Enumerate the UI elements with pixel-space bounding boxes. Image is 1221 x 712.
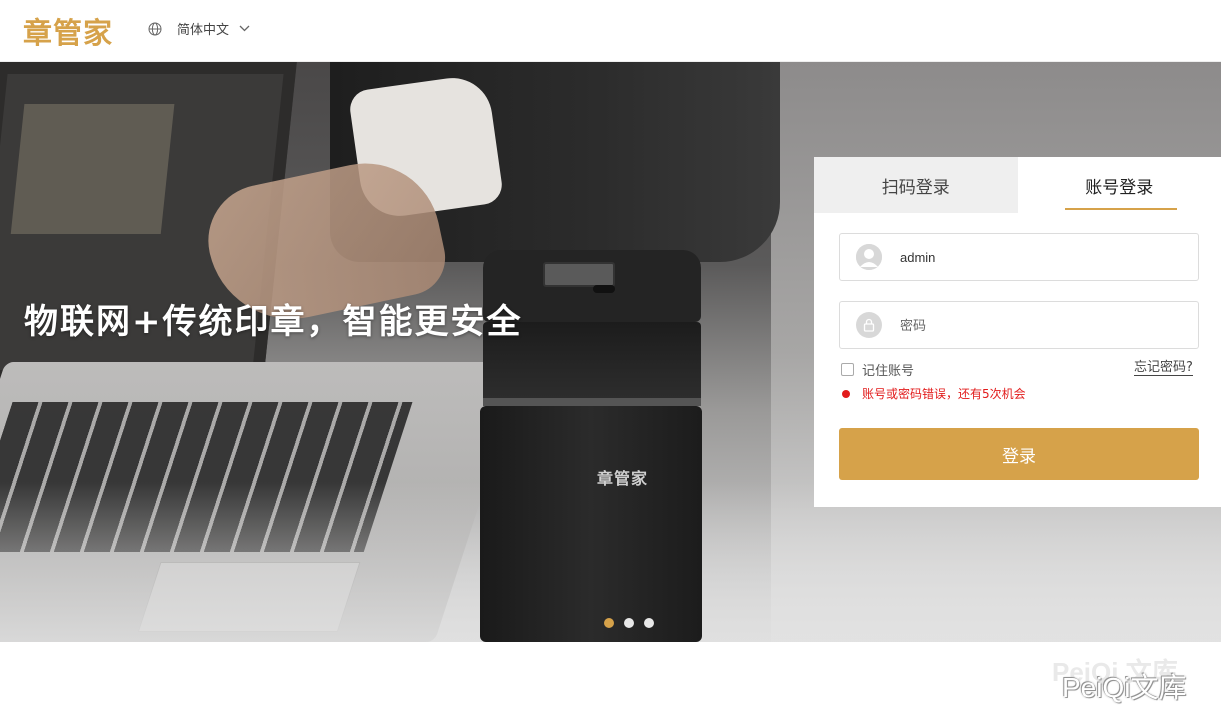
username-field[interactable]	[839, 233, 1199, 281]
globe-icon	[148, 22, 162, 35]
remember-account-label: 记住账号	[862, 364, 915, 379]
active-tab-indicator	[1064, 208, 1177, 210]
forgot-password-link[interactable]: 忘记密码?	[1134, 360, 1193, 376]
carousel-dots	[604, 618, 654, 628]
language-selector[interactable]: 简体中文	[148, 19, 250, 38]
device-screen	[543, 262, 615, 287]
carousel-dot-1[interactable]	[604, 618, 614, 628]
password-input[interactable]	[900, 317, 1180, 333]
tab-account-login-label: 账号登录	[1085, 177, 1154, 198]
carousel-dot-3[interactable]	[644, 618, 654, 628]
user-icon	[856, 244, 882, 270]
top-header: 章管家 简体中文	[0, 0, 1221, 62]
language-label: 简体中文	[177, 23, 230, 38]
tab-account-login[interactable]: 账号登录	[1017, 157, 1221, 213]
carousel-dot-2[interactable]	[624, 618, 634, 628]
tab-qr-login-label: 扫码登录	[881, 177, 950, 198]
login-panel: 扫码登录 账号登录 记住账号 忘记密码?	[814, 157, 1221, 507]
error-text: 账号或密码错误，还有5次机会	[862, 387, 1026, 401]
password-field[interactable]	[839, 301, 1199, 349]
remember-account-checkbox[interactable]: 记住账号	[841, 360, 914, 379]
device-body	[480, 406, 702, 642]
tab-qr-login[interactable]: 扫码登录	[814, 157, 1018, 213]
watermark: PeiQi文库	[1062, 672, 1187, 703]
error-dot-icon	[842, 389, 850, 398]
fingerprint-sensor	[593, 285, 615, 293]
brand-logo[interactable]: 章管家	[23, 10, 113, 52]
error-message: 账号或密码错误，还有5次机会	[842, 385, 1026, 402]
chevron-down-icon	[239, 25, 250, 32]
banner-slogan: 物联网+传统印章，智能更安全	[24, 302, 523, 342]
device-logo: 章管家	[597, 469, 649, 488]
login-tabs: 扫码登录 账号登录	[814, 157, 1221, 213]
login-button[interactable]: 登录	[839, 428, 1199, 480]
lock-icon	[856, 312, 882, 338]
username-input[interactable]	[900, 249, 1180, 265]
checkbox-box[interactable]	[841, 363, 854, 376]
